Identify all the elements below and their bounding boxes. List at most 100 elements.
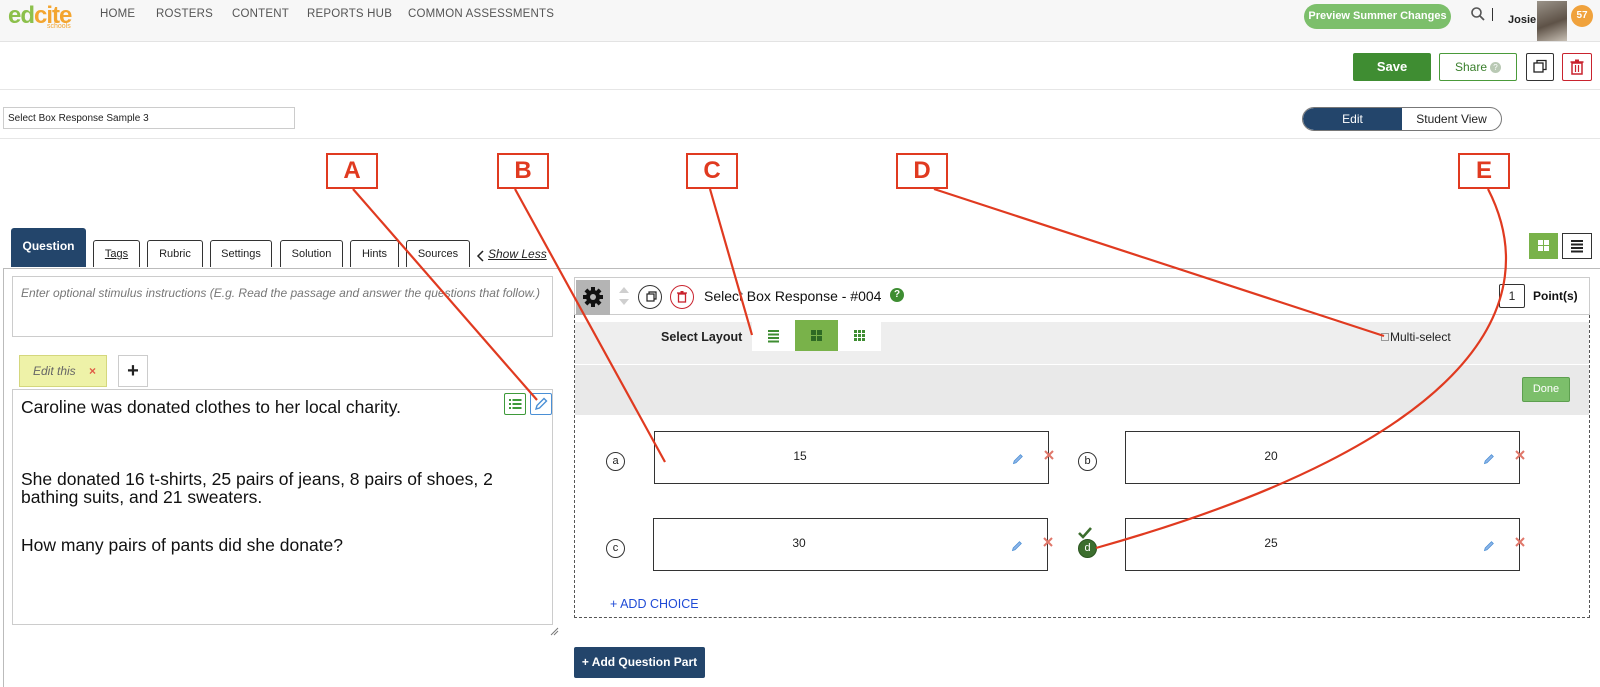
choice-value: 20 bbox=[1264, 449, 1278, 463]
layout-list-option[interactable] bbox=[752, 320, 795, 351]
nav-reports-hub[interactable]: REPORTS HUB bbox=[307, 8, 392, 20]
callout-b: B bbox=[497, 153, 549, 189]
tab-settings[interactable]: Settings bbox=[210, 240, 272, 267]
tab-sources[interactable]: Sources bbox=[406, 240, 470, 267]
passage-paragraph: She donated 16 t-shirts, 25 pairs of jea… bbox=[21, 469, 493, 507]
question-settings-button[interactable] bbox=[576, 280, 610, 315]
notification-badge[interactable]: 57 bbox=[1571, 5, 1593, 27]
edit-passage-button[interactable] bbox=[530, 393, 552, 415]
share-help-icon: ? bbox=[1490, 62, 1502, 73]
pencil-icon[interactable] bbox=[1483, 539, 1495, 552]
multi-select-checkbox[interactable]: Multi-select bbox=[1381, 330, 1451, 344]
checkbox-icon[interactable] bbox=[1381, 333, 1389, 341]
multi-select-label: Multi-select bbox=[1390, 330, 1451, 344]
points-input[interactable]: 1 bbox=[1499, 284, 1525, 308]
grid-3x3-icon bbox=[854, 330, 865, 341]
duplicate-button[interactable] bbox=[1526, 53, 1554, 81]
remove-choice-icon[interactable] bbox=[1043, 536, 1057, 550]
pencil-icon[interactable] bbox=[1483, 452, 1495, 465]
question-title: Select Box Response - #004 bbox=[704, 288, 882, 304]
list-view-button[interactable] bbox=[1562, 233, 1592, 259]
list-icon bbox=[1571, 240, 1583, 253]
edcite-logo[interactable]: edcite schools bbox=[8, 2, 78, 38]
add-passage-tab-button[interactable]: + bbox=[118, 355, 148, 387]
search-icon[interactable] bbox=[1470, 6, 1486, 22]
layout-options[interactable] bbox=[752, 320, 881, 351]
select-layout-label: Select Layout bbox=[661, 330, 743, 344]
avatar[interactable] bbox=[1537, 1, 1567, 41]
chevron-left-icon[interactable] bbox=[476, 249, 486, 262]
done-button[interactable]: Done bbox=[1522, 377, 1570, 402]
passage-paragraph: Caroline was donated clothes to her loca… bbox=[21, 397, 402, 417]
choice-letter-d[interactable]: d bbox=[1078, 539, 1097, 558]
resize-handle-icon[interactable] bbox=[549, 623, 559, 636]
list-icon bbox=[768, 330, 779, 343]
tab-solution[interactable]: Solution bbox=[280, 240, 343, 267]
callout-c: C bbox=[686, 153, 738, 189]
tab-question[interactable]: Question bbox=[11, 228, 86, 267]
trash-icon bbox=[1570, 59, 1584, 75]
show-less-link[interactable]: Show Less bbox=[488, 247, 547, 261]
add-question-part-button[interactable]: + Add Question Part bbox=[574, 647, 705, 678]
pencil-icon[interactable] bbox=[1012, 452, 1024, 465]
tab-hints[interactable]: Hints bbox=[350, 240, 399, 267]
list-icon bbox=[509, 399, 522, 409]
copy-icon bbox=[1533, 59, 1547, 73]
choice-value: 15 bbox=[793, 449, 807, 463]
grid-view-button[interactable] bbox=[1529, 233, 1558, 259]
trash-icon bbox=[677, 291, 687, 303]
layout-grid-2x2-option[interactable] bbox=[795, 320, 838, 351]
duplicate-question-button[interactable] bbox=[638, 285, 662, 309]
nav-content[interactable]: CONTENT bbox=[232, 8, 289, 20]
remove-choice-icon[interactable] bbox=[1515, 449, 1529, 463]
passage-editor[interactable]: Caroline was donated clothes to her loca… bbox=[12, 389, 553, 625]
reorder-arrows-icon[interactable] bbox=[617, 285, 631, 307]
close-icon[interactable]: × bbox=[89, 356, 96, 386]
choice-option[interactable]: 15 bbox=[654, 431, 1054, 484]
logo-subtitle: schools bbox=[47, 23, 71, 30]
tab-rubric[interactable]: Rubric bbox=[147, 240, 203, 267]
grid-icon bbox=[1538, 240, 1549, 251]
delete-button[interactable] bbox=[1562, 53, 1592, 81]
student-view-tab[interactable]: Student View bbox=[1402, 108, 1501, 130]
list-format-button[interactable] bbox=[504, 393, 526, 415]
remove-choice-icon[interactable] bbox=[1515, 536, 1529, 550]
share-button[interactable]: Share? bbox=[1439, 53, 1517, 81]
stimulus-instructions-input[interactable]: Enter optional stimulus instructions (E.… bbox=[12, 276, 553, 337]
help-icon[interactable]: ? bbox=[890, 288, 904, 302]
choice-letter-a[interactable]: a bbox=[606, 452, 625, 471]
divider bbox=[0, 138, 1600, 139]
edit-mode-tab[interactable]: Edit bbox=[1303, 108, 1402, 130]
choice-option[interactable]: 20 bbox=[1125, 431, 1525, 484]
add-choice-link[interactable]: + ADD CHOICE bbox=[610, 597, 699, 611]
callout-a: A bbox=[326, 153, 378, 189]
layout-grid-3x3-option[interactable] bbox=[838, 320, 881, 351]
tab-tags[interactable]: Tags bbox=[93, 240, 140, 267]
copy-icon bbox=[646, 291, 657, 302]
choice-option[interactable]: 25 bbox=[1125, 518, 1525, 571]
remove-choice-icon[interactable] bbox=[1044, 449, 1058, 463]
choice-letter-b[interactable]: b bbox=[1078, 452, 1097, 471]
delete-question-button[interactable] bbox=[670, 285, 694, 309]
pencil-icon[interactable] bbox=[1011, 539, 1023, 552]
pencil-icon bbox=[534, 397, 548, 411]
choice-option[interactable]: 30 bbox=[653, 518, 1053, 571]
assessment-title-input[interactable] bbox=[3, 107, 295, 129]
choice-value: 25 bbox=[1264, 536, 1278, 550]
gear-icon bbox=[583, 287, 603, 307]
nav-common-assessments[interactable]: COMMON ASSESSMENTS bbox=[408, 8, 554, 20]
passage-tab-edit-this[interactable]: Edit this × bbox=[19, 355, 107, 387]
done-bar bbox=[575, 365, 1589, 415]
preview-summer-changes-button[interactable]: Preview Summer Changes bbox=[1304, 4, 1451, 29]
tab-tags-label: Tags bbox=[104, 248, 129, 260]
nav-home[interactable]: HOME bbox=[100, 8, 135, 20]
choice-letter-c[interactable]: c bbox=[606, 539, 625, 558]
save-button[interactable]: Save bbox=[1353, 53, 1431, 81]
choice-value: 30 bbox=[792, 536, 806, 550]
user-name[interactable]: Josie bbox=[1508, 14, 1536, 26]
nav-divider bbox=[1492, 8, 1493, 21]
nav-rosters[interactable]: ROSTERS bbox=[156, 8, 213, 20]
view-mode-toggle[interactable]: Edit Student View bbox=[1302, 107, 1502, 131]
share-label: Share bbox=[1454, 60, 1488, 74]
passage-tab-label: Edit this bbox=[33, 364, 76, 378]
